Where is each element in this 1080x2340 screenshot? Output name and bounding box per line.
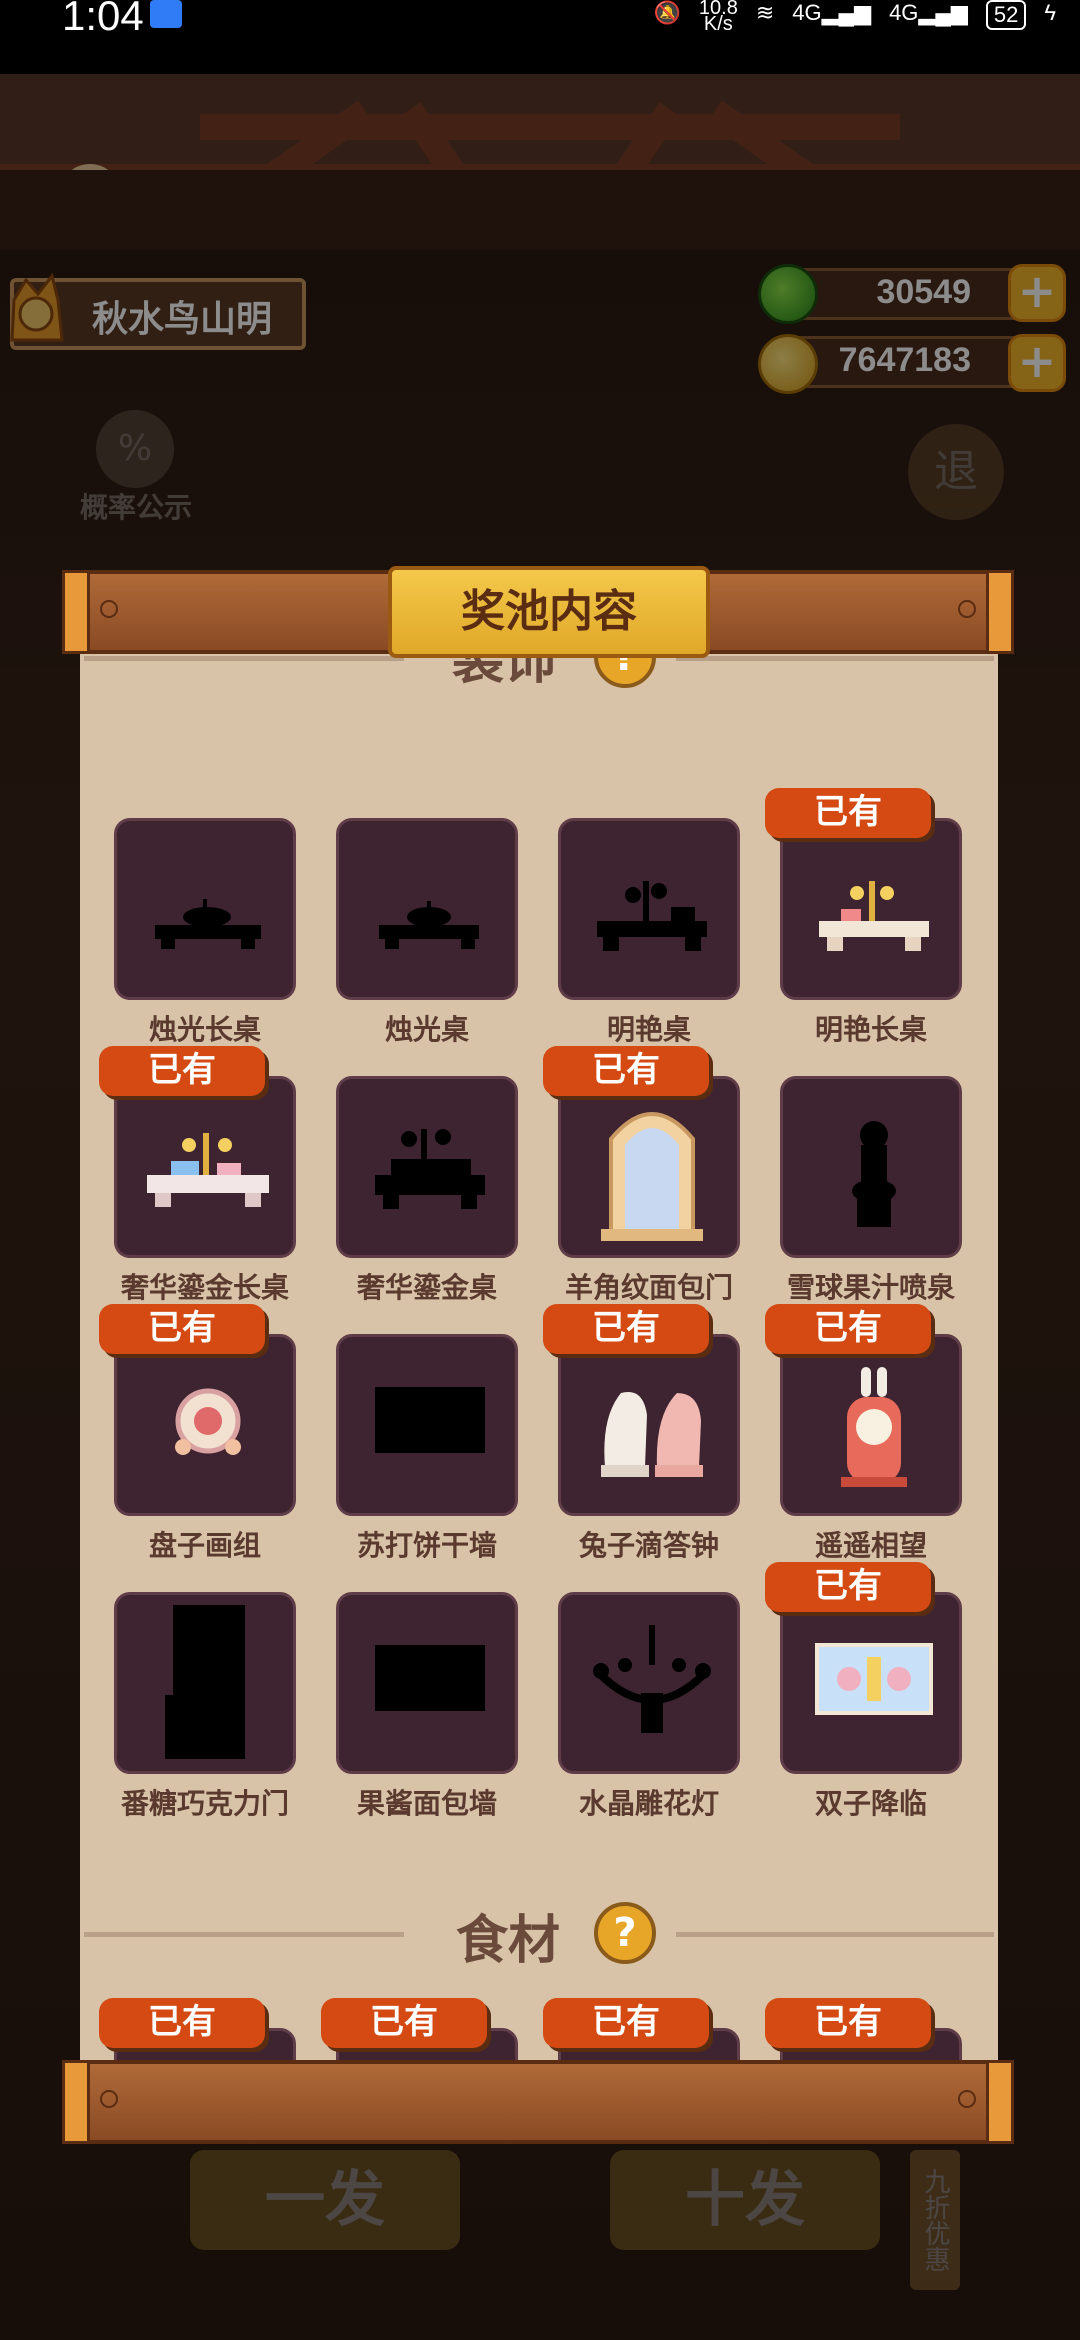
item-thumbnail	[780, 818, 962, 1000]
prize-pool-panel[interactable]: 装饰 ? 烛光长桌 烛光桌 明艳桌 已有 明艳长桌 已有 奢华鎏金长桌 奢华鎏金…	[80, 650, 998, 2060]
owned-badge: 已有	[321, 1998, 487, 2048]
twin-arrival-icon	[815, 1643, 933, 1715]
wall-silhouette-icon	[375, 1387, 485, 1453]
owned-badge: 已有	[765, 1562, 931, 1612]
wifi-icon: ≋	[755, 0, 775, 25]
section-divider	[84, 656, 404, 661]
nail-decoration	[958, 2090, 976, 2108]
mute-icon: 🔕	[653, 0, 681, 25]
section-header-ingredients: 食材 ?	[80, 1898, 998, 1971]
bread-door-icon	[601, 1112, 703, 1241]
battery-indicator: 52	[985, 0, 1027, 30]
table-silhouette-icon	[597, 881, 707, 951]
item-thumbnail	[336, 1334, 518, 1516]
item-name: 盘子画组	[148, 1529, 261, 1562]
network-speed: 10.8 K/s	[698, 0, 738, 35]
table-silhouette-icon	[155, 899, 261, 949]
signal-icon-2: 4G▂▄▆	[889, 0, 968, 25]
item-name: 奢华鎏金桌	[356, 1271, 497, 1304]
candle-table-icon	[819, 881, 929, 951]
item-name: 雪球果汁喷泉	[786, 1271, 955, 1304]
item-thumbnail	[336, 1076, 518, 1258]
table-silhouette-icon	[375, 1129, 485, 1209]
item-thumbnail	[336, 818, 518, 1000]
modal-title-plate: 奖池内容	[388, 566, 710, 658]
item-thumbnail	[780, 1334, 962, 1516]
item-name: 苏打饼干墙	[356, 1529, 497, 1562]
owned-badge: 已有	[99, 1304, 265, 1354]
scroll-end-cap	[62, 570, 90, 654]
section-title-ingredients: 食材	[456, 1911, 561, 1971]
section-divider	[84, 1932, 404, 1937]
item-name: 双子降临	[814, 1787, 927, 1820]
chandelier-silhouette-icon	[593, 1625, 711, 1733]
scroll-end-cap	[986, 570, 1014, 654]
item-name: 烛光桌	[384, 1013, 469, 1046]
item-name: 果酱面包墙	[356, 1787, 497, 1820]
item-thumbnail	[336, 1592, 518, 1774]
owned-badge: 已有	[543, 1998, 709, 2048]
item-thumbnail	[558, 1592, 740, 1774]
item-thumbnail	[558, 818, 740, 1000]
rabbit-clock-icon	[601, 1391, 703, 1477]
table-silhouette-icon	[379, 901, 479, 949]
item-name: 番糖巧克力门	[120, 1787, 289, 1820]
nail-decoration	[958, 600, 976, 618]
item-name: 水晶雕花灯	[578, 1787, 719, 1820]
item-thumbnail	[114, 818, 296, 1000]
item-thumbnail	[114, 1076, 296, 1258]
item-name: 兔子滴答钟	[578, 1529, 719, 1562]
status-time: 1:04	[62, 0, 144, 39]
gilded-table-icon	[147, 1133, 269, 1207]
item-name: 明艳长桌	[814, 1013, 927, 1046]
owned-badge: 已有	[99, 1046, 265, 1096]
owned-badge: 已有	[543, 1304, 709, 1354]
item-thumbnail	[558, 1334, 740, 1516]
item-name: 明艳桌	[606, 1013, 691, 1046]
item-thumbnail	[780, 1592, 962, 1774]
item-name: 遥遥相望	[814, 1529, 927, 1562]
nail-decoration	[100, 2090, 118, 2108]
owned-badge: 已有	[543, 1046, 709, 1096]
modal-title: 奖池内容	[461, 586, 637, 637]
item-thumbnail	[114, 1592, 296, 1774]
signal-icon-1: 4G▂▄▆	[792, 0, 872, 25]
plate-art-icon	[175, 1388, 241, 1455]
item-thumbnail	[558, 1076, 740, 1258]
clock-icon	[841, 1367, 907, 1487]
fountain-silhouette-icon	[852, 1121, 896, 1227]
app-notification-icon	[150, 0, 182, 28]
status-icons: 🔕 10.8 K/s ≋ 4G▂▄▆ 4G▂▄▆ 52 ϟ	[653, 0, 1056, 35]
owned-badge: 已有	[765, 1998, 931, 2048]
scroll-bottom-rod	[62, 2060, 1014, 2144]
item-thumbnail	[780, 1076, 962, 1258]
charging-icon: ϟ	[1044, 0, 1056, 25]
status-bar: 1:04 🔕 10.8 K/s ≋ 4G▂▄▆ 4G▂▄▆ 52 ϟ	[0, 0, 1080, 74]
section-divider	[676, 1932, 994, 1937]
help-icon[interactable]: ?	[594, 1902, 656, 1964]
owned-badge: 已有	[99, 1998, 265, 2048]
item-thumbnail	[114, 1334, 296, 1516]
section-divider	[676, 656, 994, 661]
scroll-end-cap	[986, 2060, 1014, 2144]
item-name: 羊角纹面包门	[564, 1271, 733, 1304]
item-name: 烛光长桌	[148, 1013, 261, 1046]
owned-badge: 已有	[765, 788, 931, 838]
owned-badge: 已有	[765, 1304, 931, 1354]
nail-decoration	[100, 600, 118, 618]
scroll-end-cap	[62, 2060, 90, 2144]
wall-silhouette-icon	[375, 1645, 485, 1711]
item-name: 奢华鎏金长桌	[120, 1271, 289, 1304]
door-silhouette-icon	[165, 1605, 245, 1759]
